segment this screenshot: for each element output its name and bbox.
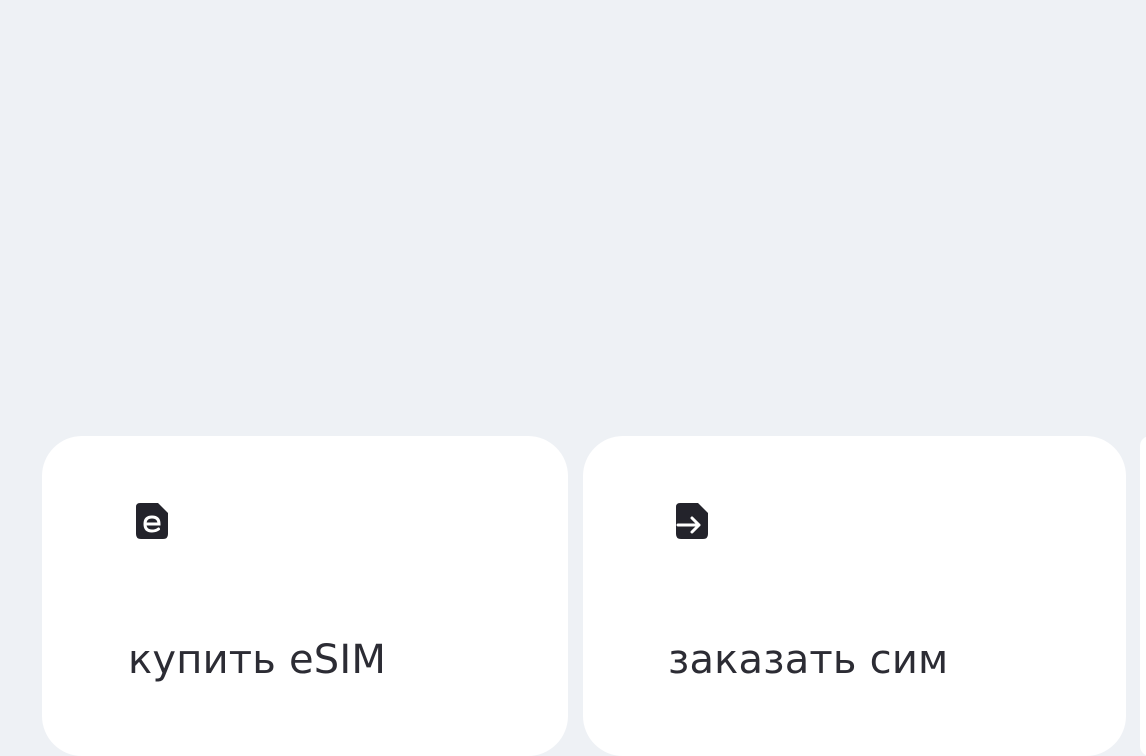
esim-card-icon: [134, 502, 170, 540]
buy-esim-label: купить eSIM: [128, 637, 387, 683]
action-cards: купить eSIM заказать сим: [0, 0, 1146, 756]
order-sim-card[interactable]: заказать сим: [583, 436, 1126, 756]
order-sim-label: заказать сим: [668, 637, 949, 683]
next-card-edge[interactable]: [1140, 436, 1146, 756]
buy-esim-card[interactable]: купить eSIM: [42, 436, 568, 756]
page: { "colors": { "page_background": "#eef1f…: [0, 0, 1146, 756]
sim-card-arrow-icon: [674, 502, 710, 540]
